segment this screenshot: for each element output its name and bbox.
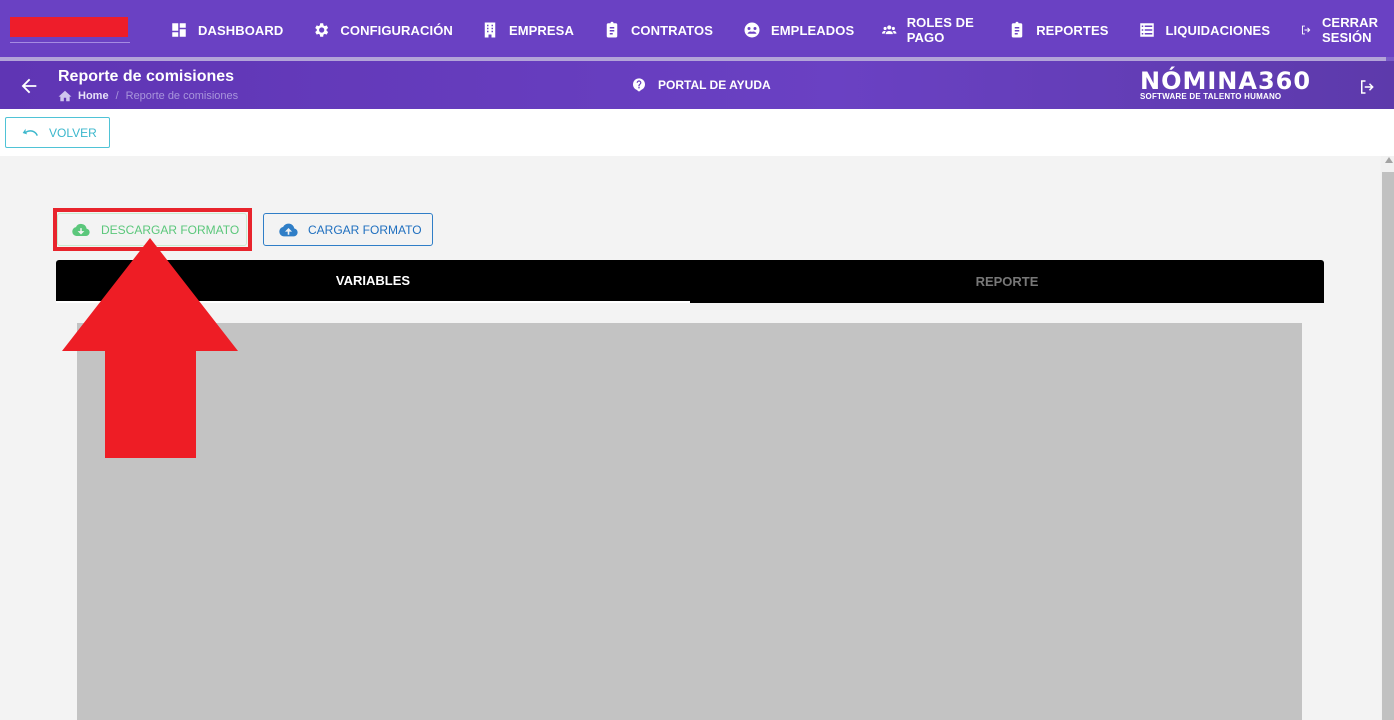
scroll-up-arrow-icon[interactable] xyxy=(1385,157,1393,163)
cloud-upload-icon xyxy=(279,223,298,236)
nav-reportes[interactable]: REPORTES xyxy=(1008,0,1108,60)
nav-label: LIQUIDACIONES xyxy=(1165,22,1271,38)
logo-divider xyxy=(10,42,130,43)
nav-label: CERRAR SESIÓN xyxy=(1321,15,1379,45)
logout-icon xyxy=(1302,25,1311,35)
back-arrow-icon[interactable] xyxy=(18,75,40,97)
undo-icon xyxy=(22,128,38,136)
annotation-arrow xyxy=(62,238,238,458)
company-logo[interactable] xyxy=(10,17,128,37)
nav-label: ROLES DE PAGO xyxy=(906,15,974,45)
gear-icon xyxy=(315,23,329,37)
tab-bar: VARIABLES REPORTE xyxy=(56,260,1324,303)
clipboard-icon xyxy=(606,21,618,38)
brand-logo: NÓMINA360 SOFTWARE DE TALENTO HUMANO xyxy=(1140,69,1311,101)
nav-configuracion[interactable]: CONFIGURACIÓN xyxy=(312,0,453,60)
people-icon xyxy=(744,22,760,38)
home-icon xyxy=(58,90,72,102)
building-icon xyxy=(484,22,496,38)
upload-format-label: CARGAR FORMATO xyxy=(308,222,422,237)
breadcrumb-current: Reporte de comisiones xyxy=(125,90,239,102)
nav-label: EMPRESA xyxy=(508,22,574,38)
breadcrumb-home[interactable]: Home xyxy=(78,90,109,102)
breadcrumb: Home / Reporte de comisiones xyxy=(58,90,238,102)
toolbar: VOLVER xyxy=(0,109,1394,156)
help-icon xyxy=(633,78,645,92)
nav-contratos[interactable]: CONTRATOS xyxy=(603,0,713,60)
dashboard-icon xyxy=(172,23,186,37)
nav-roles-de-pago[interactable]: ROLES DE PAGO xyxy=(882,0,978,60)
scrollbar-thumb[interactable] xyxy=(1382,172,1394,720)
nav-empleados[interactable]: EMPLEADOS xyxy=(743,0,854,60)
nav-cerrar-sesion[interactable]: CERRAR SESIÓN xyxy=(1300,0,1394,60)
help-portal-link[interactable]: PORTAL DE AYUDA xyxy=(631,77,771,93)
clipboard-icon xyxy=(1011,21,1023,38)
nav-label: DASHBOARD xyxy=(198,22,284,38)
nav-label: EMPLEADOS xyxy=(770,22,855,38)
upload-format-button[interactable]: CARGAR FORMATO xyxy=(263,213,433,246)
main-nav: DASHBOARD CONFIGURACIÓN EMPRESA CONTRATO… xyxy=(170,0,1394,60)
breadcrumb-separator: / xyxy=(115,90,119,102)
help-label: PORTAL DE AYUDA xyxy=(658,78,771,92)
nav-label: CONFIGURACIÓN xyxy=(340,22,453,38)
brand-name: NÓMINA360 xyxy=(1140,67,1312,95)
list-icon xyxy=(1139,23,1154,37)
nav-liquidaciones[interactable]: LIQUIDACIONES xyxy=(1138,0,1271,60)
nav-label: REPORTES xyxy=(1036,22,1109,38)
nav-empresa[interactable]: EMPRESA xyxy=(481,0,574,60)
tab-content-area xyxy=(77,323,1302,720)
nav-label: CONTRATOS xyxy=(630,22,713,38)
nav-dashboard[interactable]: DASHBOARD xyxy=(170,0,283,60)
logout-icon[interactable] xyxy=(1358,78,1376,96)
page-title: Reporte de comisiones xyxy=(58,68,235,85)
volver-button[interactable]: VOLVER xyxy=(5,117,110,148)
tab-reporte[interactable]: REPORTE xyxy=(690,260,1324,303)
group-icon xyxy=(882,25,897,35)
top-navbar: DASHBOARD CONFIGURACIÓN EMPRESA CONTRATO… xyxy=(0,0,1394,61)
page-header: Reporte de comisiones Home / Reporte de … xyxy=(0,61,1394,109)
volver-label: VOLVER xyxy=(49,125,97,140)
